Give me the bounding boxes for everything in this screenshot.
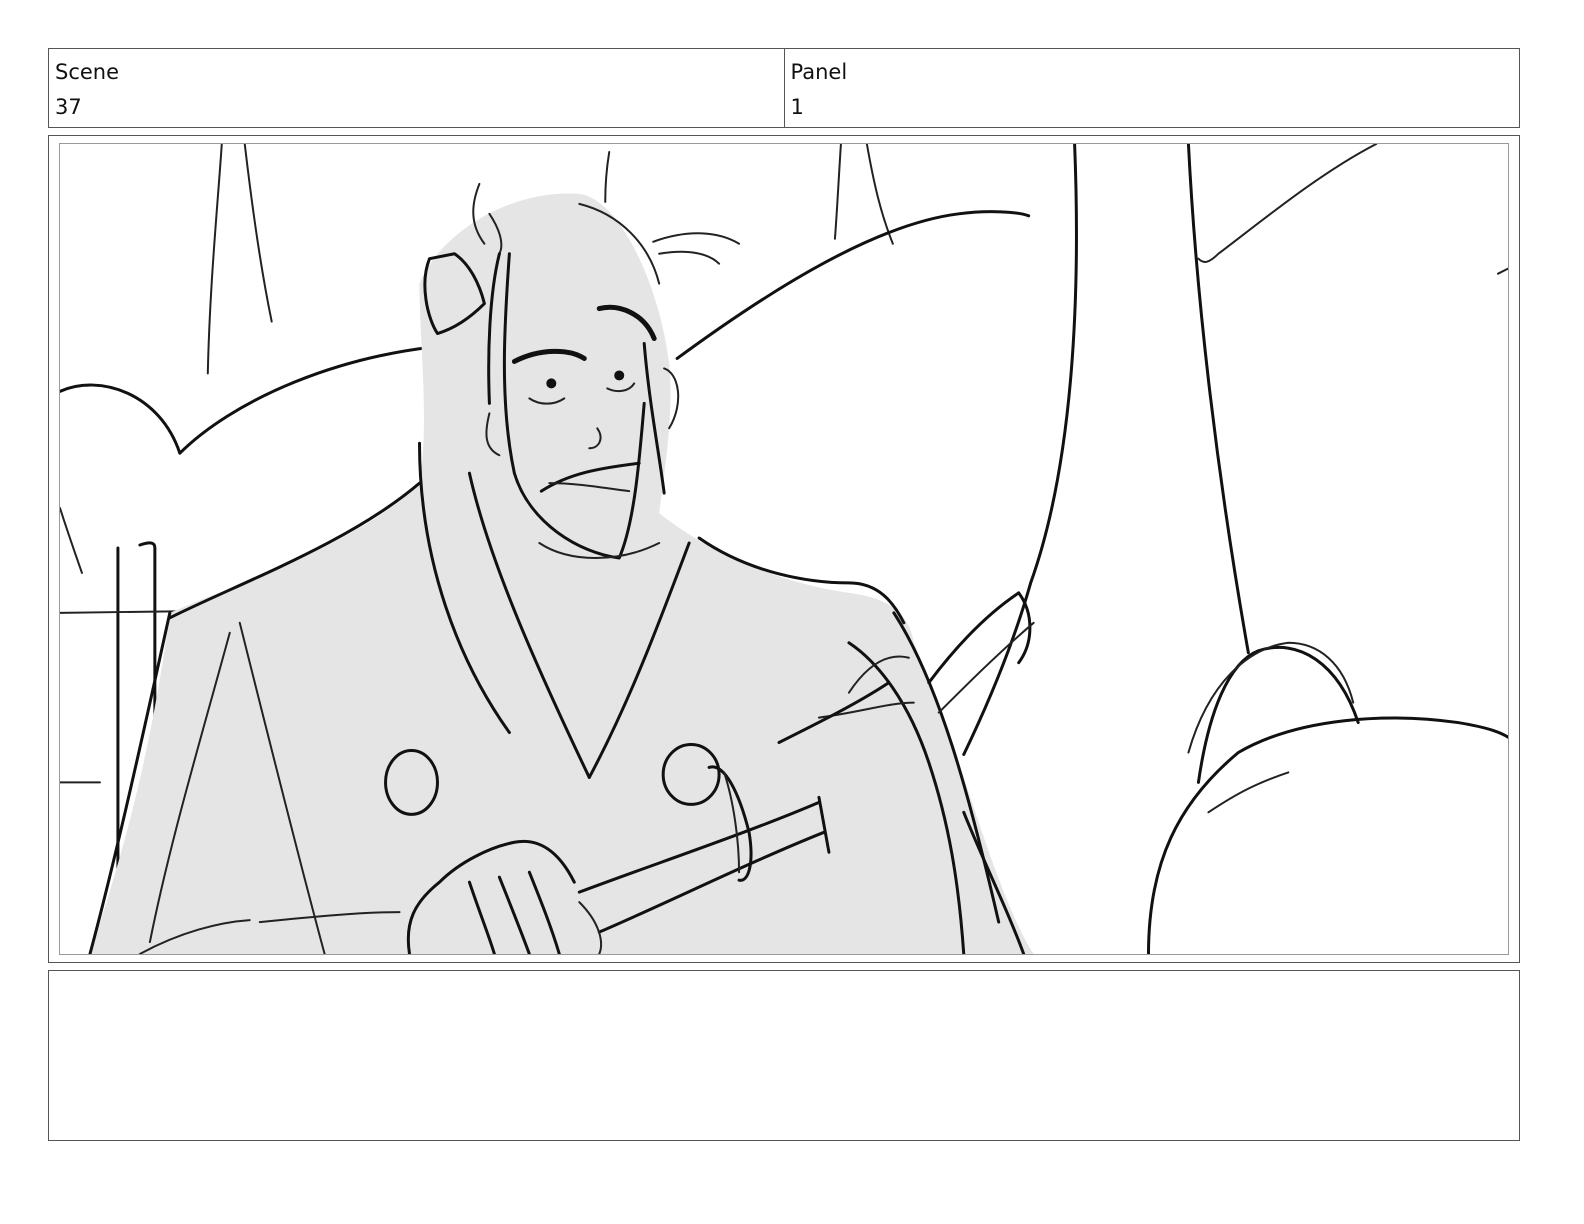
panel-label: Panel [790, 60, 848, 84]
storyboard-header: Scene 37 Panel 1 [48, 48, 1520, 128]
scene-cell: Scene 37 [49, 49, 784, 127]
panel-number: 1 [790, 95, 804, 119]
panel-cell: Panel 1 [783, 49, 1520, 127]
character-tone [89, 193, 1034, 954]
scene-number: 37 [55, 95, 82, 119]
foreground-objects [1146, 641, 1508, 954]
notes-box [48, 970, 1520, 1141]
background-bushes [60, 210, 1508, 574]
scene-label: Scene [55, 60, 120, 84]
storyboard-frame [48, 135, 1520, 963]
sketch-illustration [60, 144, 1508, 954]
safe-area-border [59, 143, 1509, 955]
